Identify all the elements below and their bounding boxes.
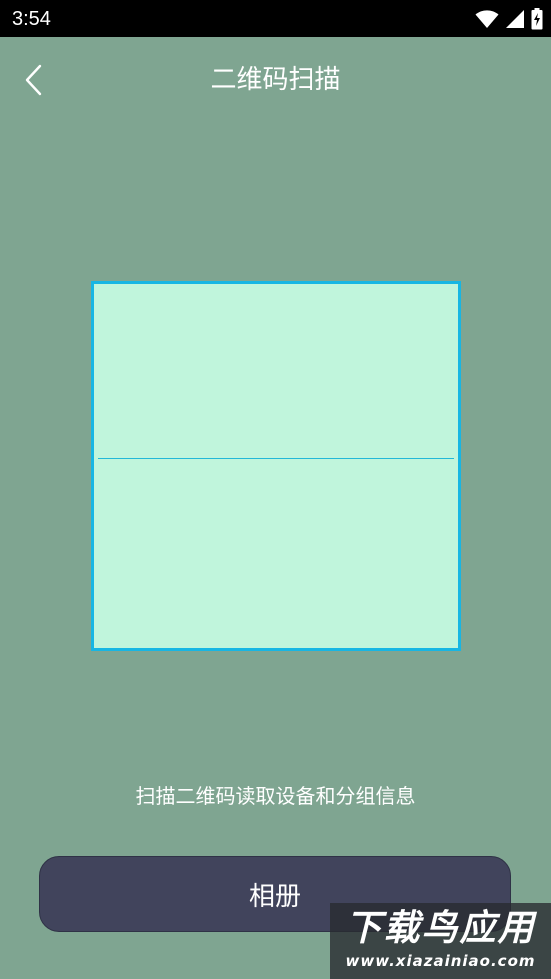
signal-icon — [506, 10, 524, 28]
watermark-url: www.xiazainiao.com — [345, 952, 536, 970]
scan-line — [98, 458, 454, 459]
scan-viewfinder — [91, 281, 461, 651]
battery-charging-icon — [531, 8, 543, 30]
wifi-icon — [475, 10, 499, 28]
status-time: 3:54 — [12, 8, 51, 30]
watermark-title: 下载鸟应用 — [345, 908, 536, 949]
scan-hint-text: 扫描二维码读取设备和分组信息 — [135, 784, 416, 808]
qr-scan-screen: 3:54 二维码扫描 扫描二维码读取设备和分组信息 相册 下载鸟应用 www.x… — [0, 0, 551, 979]
status-bar: 3:54 — [0, 0, 551, 37]
page-title: 二维码扫描 — [210, 65, 341, 95]
watermark: 下载鸟应用 www.xiazainiao.com — [330, 903, 551, 979]
status-icons — [475, 7, 543, 31]
